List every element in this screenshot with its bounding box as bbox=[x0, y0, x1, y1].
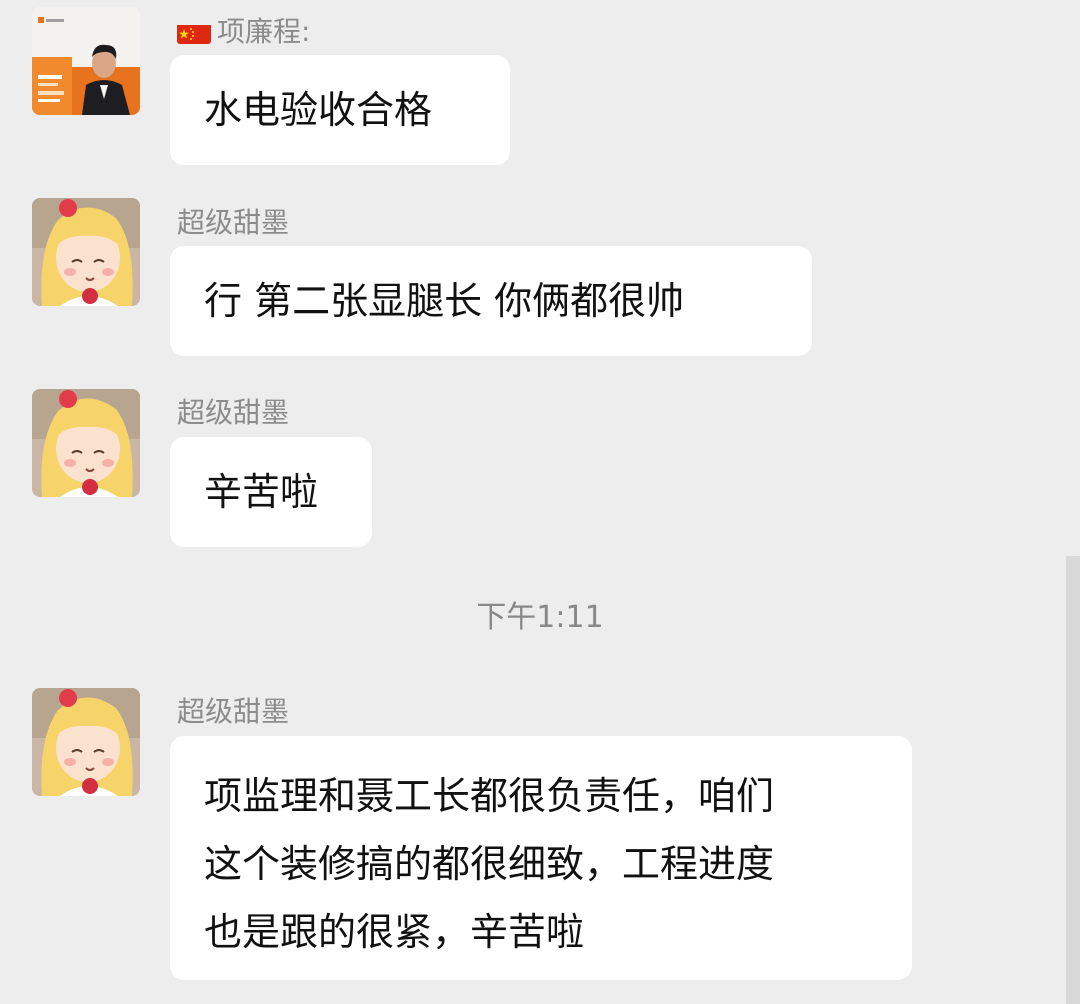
avatar-chaojitianmo[interactable] bbox=[32, 389, 140, 497]
message-timestamp: 下午1:11 bbox=[476, 600, 604, 635]
sender-name-text: 超级甜墨 bbox=[177, 396, 290, 429]
sender-name: 超级甜墨 bbox=[177, 692, 289, 732]
message-text: 行 第二张显腿长 你俩都很帅 bbox=[204, 279, 685, 323]
sender-name: 超级甜墨 bbox=[177, 393, 289, 433]
sender-name-text: 超级甜墨 bbox=[177, 206, 290, 239]
cartoon-girl-avatar-image bbox=[32, 688, 140, 796]
message-bubble[interactable]: 行 第二张显腿长 你俩都很帅 bbox=[170, 246, 812, 356]
sender-name: 超级甜墨 bbox=[177, 203, 289, 243]
message-text-line: 项监理和聂工长都很负责任，咱们 bbox=[204, 774, 775, 818]
message-bubble[interactable]: 项监理和聂工长都很负责任，咱们 这个装修搞的都很细致，工程进度 也是跟的很紧，辛… bbox=[170, 736, 912, 980]
message-text: 水电验收合格 bbox=[204, 88, 433, 132]
sender-name-text: 项廉程: bbox=[217, 15, 311, 48]
sender-name: 项廉程: bbox=[177, 12, 310, 52]
message-bubble[interactable]: 水电验收合格 bbox=[170, 55, 510, 165]
business-card-avatar-image bbox=[32, 7, 140, 115]
avatar-chaojitianmo[interactable] bbox=[32, 688, 140, 796]
message-text: 辛苦啦 bbox=[204, 470, 319, 514]
china-flag-icon bbox=[177, 20, 211, 44]
avatar-xiang[interactable] bbox=[32, 7, 140, 115]
cartoon-girl-avatar-image bbox=[32, 389, 140, 497]
message-text-line: 这个装修搞的都很细致，工程进度 bbox=[204, 842, 775, 886]
scrollbar[interactable] bbox=[1066, 556, 1080, 1004]
message-bubble[interactable]: 辛苦啦 bbox=[170, 437, 372, 547]
avatar-chaojitianmo[interactable] bbox=[32, 198, 140, 306]
sender-name-text: 超级甜墨 bbox=[177, 695, 290, 728]
cartoon-girl-avatar-image bbox=[32, 198, 140, 306]
message-text-line: 也是跟的很紧，辛苦啦 bbox=[204, 910, 585, 954]
